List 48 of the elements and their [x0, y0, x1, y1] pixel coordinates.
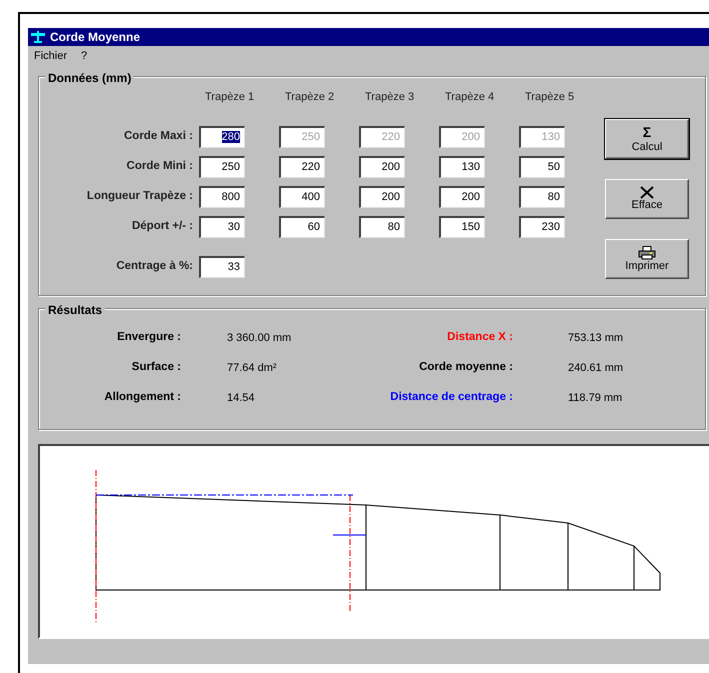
- field-label: Corde Mini :: [126, 160, 193, 172]
- number-field[interactable]: 80: [519, 186, 565, 208]
- number-field[interactable]: 200: [359, 186, 405, 208]
- printer-icon: [638, 246, 656, 260]
- number-field[interactable]: 130: [439, 156, 485, 178]
- clear-button[interactable]: Efface: [605, 179, 689, 219]
- airplane-icon: [30, 30, 46, 44]
- number-field[interactable]: 200: [359, 156, 405, 178]
- number-field[interactable]: 50: [519, 156, 565, 178]
- number-field[interactable]: 150: [439, 216, 485, 238]
- result-label: Distance X :: [447, 331, 513, 344]
- number-field[interactable]: 250: [199, 156, 245, 178]
- number-field[interactable]: 230: [519, 216, 565, 238]
- result-label: Envergure :: [117, 331, 181, 344]
- field-label: Corde Maxi :: [124, 130, 193, 142]
- number-field[interactable]: 60: [279, 216, 325, 238]
- field-label: Longueur Trapèze :: [86, 190, 193, 202]
- field-label: Déport +/- :: [132, 220, 193, 232]
- column-header: Trapèze 5: [525, 91, 574, 103]
- calculate-button[interactable]: Σ Calcul: [605, 119, 689, 159]
- result-value: 3 360.00 mm: [227, 332, 292, 344]
- number-field[interactable]: 220: [279, 156, 325, 178]
- column-header: Trapèze 2: [285, 91, 334, 103]
- column-header: Trapèze 4: [445, 91, 494, 103]
- field-label: Centrage à %:: [116, 260, 193, 272]
- window-title: Corde Moyenne: [50, 29, 140, 46]
- menu-item[interactable]: Fichier: [34, 48, 68, 62]
- print-button[interactable]: Imprimer: [605, 239, 689, 279]
- cross-icon: [640, 186, 654, 200]
- number-field[interactable]: 30: [199, 216, 245, 238]
- result-value: 14.54: [227, 392, 255, 404]
- number-field[interactable]: 200: [439, 186, 485, 208]
- result-label: Surface :: [132, 361, 181, 374]
- result-label: Corde moyenne :: [419, 361, 513, 374]
- result-value: 118.79 mm: [568, 392, 622, 404]
- number-field[interactable]: 80: [359, 216, 405, 238]
- result-value: 240.61 mm: [568, 362, 624, 374]
- number-field[interactable]: 33: [199, 256, 245, 278]
- column-header: Trapèze 3: [365, 91, 414, 103]
- number-field[interactable]: 280: [199, 126, 245, 148]
- number-field[interactable]: 400: [279, 186, 325, 208]
- number-field[interactable]: 800: [199, 186, 245, 208]
- result-label: Distance de centrage :: [390, 391, 513, 404]
- result-value: 77.64 dm²: [227, 362, 277, 374]
- column-header: Trapèze 1: [205, 91, 254, 103]
- menu-item[interactable]: ?: [81, 48, 88, 62]
- result-value: 753.13 mm: [568, 332, 624, 344]
- result-label: Allongement :: [104, 391, 181, 404]
